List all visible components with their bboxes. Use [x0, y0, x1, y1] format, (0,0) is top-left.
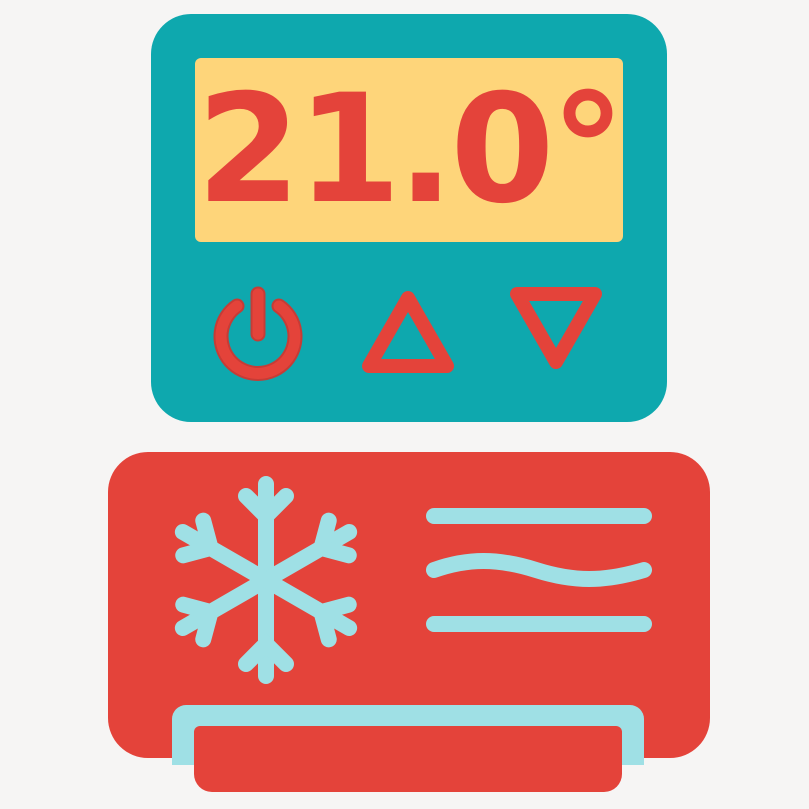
triangle-down-icon [510, 287, 602, 369]
power-icon [213, 286, 303, 381]
triangle-up-icon [362, 291, 454, 373]
air-outlet-vent [194, 726, 622, 792]
thermostat-ac-illustration: 21.0° [0, 0, 809, 809]
temperature-up-button[interactable] [353, 276, 463, 386]
snowflake-icon [168, 474, 364, 686]
temperature-down-button[interactable] [499, 276, 609, 386]
power-button[interactable] [203, 276, 313, 386]
temperature-readout: 21.0° [196, 63, 625, 237]
temperature-display: 21.0° [195, 58, 626, 242]
airflow-lines-icon [418, 500, 652, 640]
thermostat-panel: 21.0° [151, 14, 667, 422]
